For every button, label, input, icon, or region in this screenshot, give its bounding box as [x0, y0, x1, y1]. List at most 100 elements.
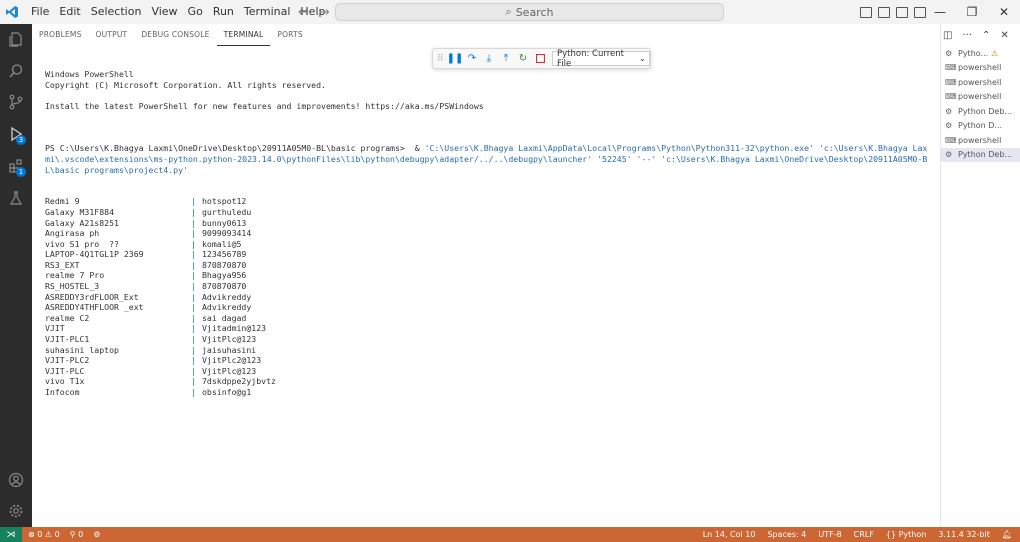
- debug-badge: 3: [16, 135, 26, 145]
- back-arrow-icon[interactable]: ←: [298, 5, 309, 20]
- menu-terminal[interactable]: Terminal: [239, 0, 296, 24]
- network-password: sai dagad: [202, 312, 247, 323]
- network-name: suhasini laptop: [45, 344, 119, 355]
- line-ending[interactable]: CRLF: [854, 530, 874, 539]
- terminal-list-item[interactable]: ⚙ Pytho... ⚠: [941, 46, 1020, 61]
- activity-bar: 3 1: [0, 24, 32, 527]
- terminal-list-item[interactable]: ⚙ Python Deb...: [941, 104, 1020, 119]
- minimize-icon[interactable]: —: [924, 0, 956, 24]
- debug-gear-icon: ⚙: [945, 121, 953, 131]
- problems-status[interactable]: ⊗ 0 ⚠ 0: [28, 530, 60, 539]
- tab-ports[interactable]: PORTS: [270, 24, 309, 46]
- close-panel-icon[interactable]: ✕: [1000, 30, 1008, 41]
- tab-debug-console[interactable]: DEBUG CONSOLE: [134, 24, 216, 46]
- column-separator: |: [191, 259, 196, 270]
- menu-selection[interactable]: Selection: [86, 0, 147, 24]
- tab-output[interactable]: OUTPUT: [89, 24, 135, 46]
- testing-icon[interactable]: [0, 183, 32, 213]
- close-window-icon[interactable]: ✕: [988, 0, 1020, 24]
- source-control-icon[interactable]: [0, 87, 32, 117]
- terminal-line: Copyright (C) Microsoft Corporation. All…: [45, 79, 326, 90]
- command-center-search[interactable]: ⌕ Search: [335, 3, 724, 21]
- cursor-position[interactable]: Ln 14, Col 10: [703, 530, 756, 539]
- table-row: VJIT-PLC2 | VjitPlc2@123: [45, 355, 935, 366]
- encoding[interactable]: UTF-8: [818, 530, 841, 539]
- table-row: vivo S1 pro ?? | komali@5: [45, 239, 935, 250]
- terminal-list-item[interactable]: ⌨ powershell: [941, 133, 1020, 148]
- ports-status[interactable]: ⚲ 0: [70, 530, 84, 539]
- network-name: VJIT: [45, 323, 65, 334]
- terminal-list-label: powershell: [958, 135, 1002, 145]
- terminal-list-item[interactable]: ⌨ powershell: [941, 61, 1020, 76]
- extensions-badge: 1: [16, 167, 26, 177]
- column-separator: |: [191, 291, 196, 302]
- table-row: realme 7 Pro | Bhagya956: [45, 270, 935, 281]
- restore-icon[interactable]: ❐: [956, 0, 988, 24]
- terminal-list: ◫ ··· ⌃ ✕ ⚙ Pytho... ⚠ ⌨ powershell ⌨ powershe…: [940, 24, 1020, 527]
- more-actions-icon[interactable]: ···: [962, 30, 972, 41]
- toggle-secondary-sidebar-icon[interactable]: [896, 6, 908, 18]
- debug-status-icon[interactable]: ⚙: [93, 530, 100, 539]
- indentation[interactable]: Spaces: 4: [767, 530, 806, 539]
- search-view-icon[interactable]: [0, 56, 32, 86]
- menu-file[interactable]: File: [26, 0, 54, 24]
- column-separator: |: [191, 355, 196, 366]
- terminal-list-label: powershell: [958, 77, 1002, 87]
- menu-go[interactable]: Go: [183, 0, 208, 24]
- terminal-output[interactable]: Windows PowerShell Copyright (C) Microsof…: [45, 48, 935, 419]
- maximize-panel-icon[interactable]: ⌃: [982, 30, 990, 41]
- tab-terminal[interactable]: TERMINAL: [216, 24, 271, 46]
- terminal-list-item[interactable]: ⚙ Python Deb...: [941, 147, 1020, 162]
- column-separator: |: [191, 344, 196, 355]
- search-icon: ⌕: [505, 5, 512, 18]
- terminal-list-header: ◫ ··· ⌃ ✕: [941, 24, 1020, 46]
- window-controls: — ❐ ✕: [924, 0, 1020, 24]
- split-terminal-icon[interactable]: ◫: [943, 30, 952, 41]
- menu-edit[interactable]: Edit: [54, 0, 85, 24]
- language-mode[interactable]: {} Python: [886, 530, 926, 539]
- terminal-list-label: Pytho...: [958, 48, 989, 58]
- warning-icon: ⚠: [991, 48, 999, 58]
- network-name: LAPTOP-4Q1TGL1P 2369: [45, 249, 144, 260]
- network-password: Advikreddy: [202, 291, 252, 302]
- network-name: RS_HOSTEL_3: [45, 281, 100, 292]
- explorer-icon[interactable]: [0, 24, 32, 54]
- menu-view[interactable]: View: [146, 0, 182, 24]
- network-name: VJIT-PLC1: [45, 334, 90, 345]
- network-name: vivo T1x: [45, 376, 85, 387]
- terminal-icon: ⌨: [945, 77, 957, 87]
- tab-problems[interactable]: PROBLEMS: [32, 24, 89, 46]
- remote-icon[interactable]: ⋊: [0, 527, 22, 542]
- table-row: LAPTOP-4Q1TGL1P 2369 | 123456789: [45, 249, 935, 260]
- manage-gear-icon[interactable]: [0, 496, 32, 526]
- search-placeholder: Search: [515, 5, 554, 19]
- network-name: Galaxy M31F884: [45, 206, 115, 217]
- toggle-sidebar-icon[interactable]: [860, 6, 872, 18]
- run-debug-icon[interactable]: 3: [0, 119, 32, 149]
- network-password: jaisuhasini: [202, 344, 257, 355]
- table-row: RS3_EXT | 870870870: [45, 260, 935, 271]
- network-password: 9099093414: [202, 228, 252, 239]
- table-row: Redmi 9 | hotspot12: [45, 196, 935, 207]
- column-separator: |: [191, 334, 196, 345]
- column-separator: |: [191, 238, 196, 249]
- terminal-list-item[interactable]: ⌨ powershell: [941, 90, 1020, 105]
- column-separator: |: [191, 270, 196, 281]
- table-row: VJIT-PLC1 | VjitPlc@123: [45, 334, 935, 345]
- terminal-list-label: Python Deb...: [958, 150, 1013, 160]
- terminal-list-item[interactable]: ⌨ powershell: [941, 75, 1020, 90]
- notifications-bell-icon[interactable]: 🔔︎: [1002, 530, 1012, 539]
- debug-gear-icon: ⚙: [945, 106, 953, 116]
- network-password: komali@5: [202, 238, 242, 249]
- extensions-icon[interactable]: 1: [0, 151, 32, 181]
- table-row: Galaxy A21s8251 | bunny0613: [45, 218, 935, 229]
- forward-arrow-icon[interactable]: →: [319, 5, 330, 20]
- python-interpreter[interactable]: 3.11.4 32-bit: [938, 530, 990, 539]
- menu-run[interactable]: Run: [208, 0, 239, 24]
- wifi-table: Redmi 9 | hotspot12 Galaxy M31F884 | gurthule…: [45, 196, 935, 397]
- toggle-panel-icon[interactable]: [878, 6, 890, 18]
- accounts-icon[interactable]: [0, 465, 32, 495]
- terminal-list-item[interactable]: ⚙ Python D...: [941, 119, 1020, 134]
- terminal-icon: ⌨: [945, 135, 957, 145]
